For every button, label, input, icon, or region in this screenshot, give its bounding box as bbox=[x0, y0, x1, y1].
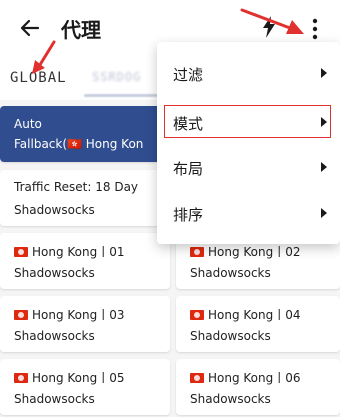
page-title: 代理 bbox=[61, 18, 101, 42]
menu-item-label: 排序 bbox=[173, 206, 204, 224]
proxy-name: Hong Kong丨05 bbox=[32, 371, 125, 385]
overflow-menu: 过滤 模式 布局 排序 bbox=[157, 42, 340, 244]
proxy-name: Hong Kong丨03 bbox=[32, 308, 125, 322]
menu-item-filter[interactable]: 过滤 bbox=[157, 52, 340, 98]
tab-global[interactable]: GLOBAL bbox=[10, 70, 67, 86]
proxy-name: Traffic Reset: 18 Day bbox=[14, 180, 139, 194]
hk-flag-icon bbox=[190, 247, 204, 257]
tab-indicator bbox=[84, 94, 166, 97]
chevron-right-icon bbox=[321, 68, 327, 78]
proxy-card-hk01[interactable]: Hong Kong丨01 Shadowsocks bbox=[0, 233, 170, 289]
proxy-name: Hong Kong丨04 bbox=[208, 308, 301, 322]
hk-flag-icon bbox=[190, 310, 204, 320]
proxy-card-auto[interactable]: Auto Fallback(🇭🇰 Hong Kon bbox=[0, 106, 170, 162]
proxy-type: Shadowsocks bbox=[190, 392, 271, 406]
tab-ssrdog[interactable]: SSRDOG bbox=[92, 70, 141, 84]
menu-item-mode[interactable]: 模式 bbox=[157, 103, 340, 149]
proxy-card-traffic[interactable]: Traffic Reset: 18 Day Shadowsocks bbox=[0, 170, 170, 226]
menu-item-label: 模式 bbox=[173, 115, 204, 133]
menu-item-label: 过滤 bbox=[173, 66, 204, 84]
proxy-name: Hong Kong丨01 bbox=[32, 245, 125, 259]
proxy-card-hk05[interactable]: Hong Kong丨05 Shadowsocks bbox=[0, 359, 170, 415]
proxy-type: Shadowsocks bbox=[14, 203, 95, 217]
chevron-right-icon bbox=[321, 208, 327, 218]
proxy-card-hk06[interactable]: Hong Kong丨06 Shadowsocks bbox=[176, 359, 340, 415]
hk-flag-icon bbox=[14, 373, 28, 383]
proxy-card-hk04[interactable]: Hong Kong丨04 Shadowsocks bbox=[176, 296, 340, 352]
more-vertical-icon[interactable] bbox=[311, 18, 319, 40]
proxy-type: Shadowsocks bbox=[14, 329, 95, 343]
arrow-left-icon[interactable] bbox=[20, 18, 40, 38]
proxy-name: Hong Kong丨06 bbox=[208, 371, 301, 385]
hk-flag-icon bbox=[190, 373, 204, 383]
menu-item-layout[interactable]: 布局 bbox=[157, 146, 340, 192]
menu-item-label: 布局 bbox=[173, 160, 204, 178]
menu-item-sort[interactable]: 排序 bbox=[157, 192, 340, 238]
proxy-type: Shadowsocks bbox=[14, 392, 95, 406]
chevron-right-icon bbox=[321, 117, 327, 127]
lightning-bolt-icon[interactable] bbox=[262, 16, 276, 38]
proxy-type: Fallback(🇭🇰 Hong Kon bbox=[14, 137, 144, 151]
chevron-right-icon bbox=[321, 162, 327, 172]
proxy-type: Shadowsocks bbox=[190, 266, 271, 280]
hk-flag-icon bbox=[14, 310, 28, 320]
proxy-type: Shadowsocks bbox=[190, 329, 271, 343]
proxy-type: Shadowsocks bbox=[14, 266, 95, 280]
proxy-name: Auto bbox=[14, 117, 42, 131]
proxy-card-hk03[interactable]: Hong Kong丨03 Shadowsocks bbox=[0, 296, 170, 352]
proxy-name: Hong Kong丨02 bbox=[208, 245, 301, 259]
hk-flag-icon bbox=[14, 247, 28, 257]
